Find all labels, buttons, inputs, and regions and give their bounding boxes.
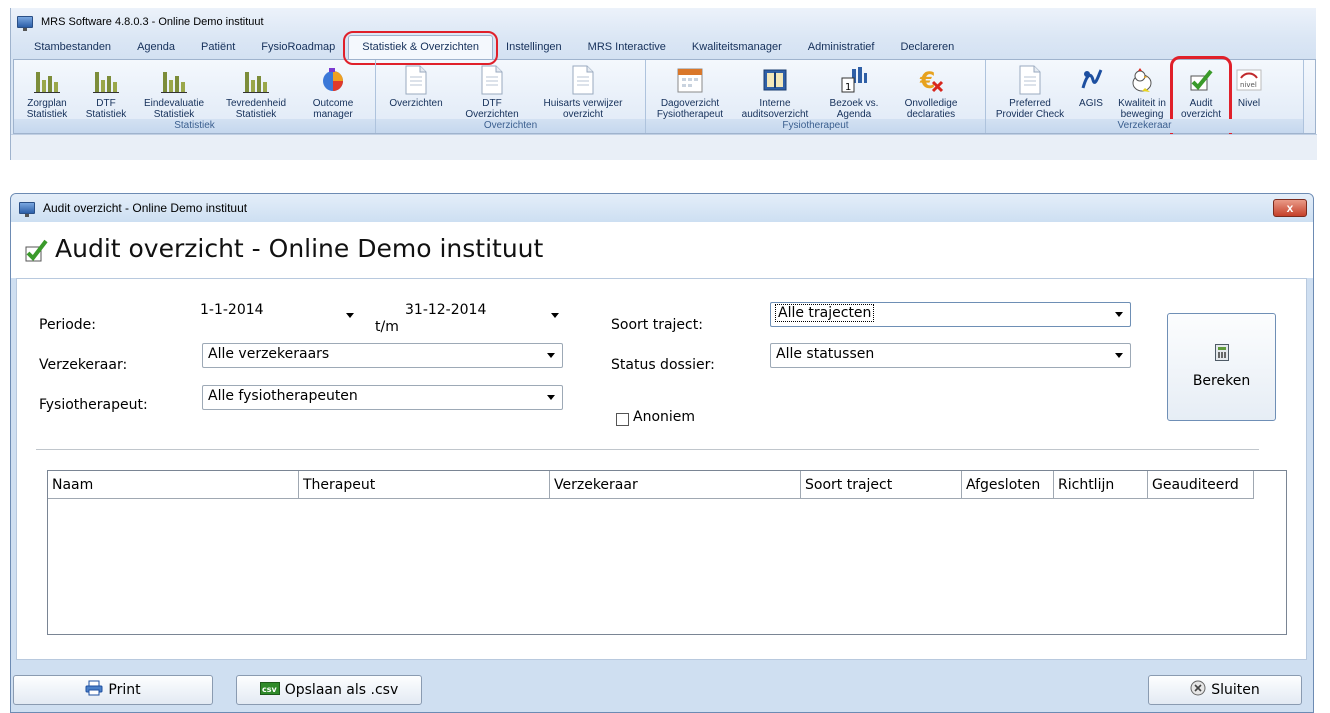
soort-traject-label: Soort traject: — [611, 317, 703, 333]
chevron-down-icon[interactable] — [1115, 353, 1123, 358]
column-header-geauditeerd[interactable]: Geauditeerd — [1148, 471, 1254, 499]
column-header-naam[interactable]: Naam — [48, 471, 299, 499]
agenda-chart-icon: 1 — [838, 64, 870, 96]
tab-declareren[interactable]: Declareren — [887, 40, 967, 59]
bar-chart-icon — [240, 64, 272, 96]
anoniem-label: Anoniem — [633, 409, 696, 425]
group-label-verzekeraar: Verzekeraar — [986, 119, 1303, 133]
ribbon-panel: Zorgplan Statistiek DTF Statistiek Einde… — [13, 56, 1316, 153]
svg-text:nivel: nivel — [1240, 81, 1257, 89]
periode-label: Periode: — [39, 317, 96, 333]
ribbon-tabs: Stambestanden Agenda Patiënt FysioRoadma… — [11, 31, 1316, 65]
tab-patient[interactable]: Patiënt — [188, 40, 248, 59]
date-from-picker[interactable]: 1-1-2014 — [200, 302, 360, 327]
tab-instellingen[interactable]: Instellingen — [493, 40, 575, 59]
tab-agenda[interactable]: Agenda — [124, 40, 188, 59]
tab-stambestanden[interactable]: Stambestanden — [21, 40, 124, 59]
group-label-overzichten: Overzichten — [376, 119, 645, 133]
divider — [36, 449, 1259, 450]
date-to-value: 31-12-2014 — [405, 302, 487, 318]
csv-badge-text: csv — [262, 685, 278, 694]
bar-chart-icon — [158, 64, 190, 96]
printer-icon — [85, 680, 103, 700]
chevron-down-icon[interactable] — [1115, 312, 1123, 317]
tab-mrs-interactive[interactable]: MRS Interactive — [575, 40, 679, 59]
soort-traject-select[interactable]: Alle trajecten — [770, 302, 1131, 327]
dialog-window-title: Audit overzicht - Online Demo instituut — [43, 201, 248, 215]
book-icon — [759, 64, 791, 96]
monitor-icon — [19, 202, 35, 217]
status-dossier-select[interactable]: Alle statussen — [770, 343, 1131, 368]
group-label-fysiotherapeut: Fysiotherapeut — [646, 119, 985, 133]
filter-panel: Periode: 1-1-2014 t/m 31-12-2014 Verzeke… — [16, 278, 1307, 660]
ribbon-group-overzichten: Overzichten DTF Overzichten Huisarts ver… — [376, 60, 646, 133]
verzekeraar-value: Alle verzekeraars — [208, 346, 330, 362]
status-dossier-value: Alle statussen — [776, 346, 875, 362]
document-icon — [567, 64, 599, 96]
monitor-icon — [17, 16, 33, 31]
close-window-button[interactable]: x — [1273, 199, 1307, 217]
main-application-window: MRS Software 4.8.0.3 - Online Demo insti… — [10, 8, 1317, 160]
bar-chart-icon — [31, 64, 63, 96]
document-icon — [1014, 64, 1046, 96]
bereken-label: Bereken — [1192, 373, 1251, 389]
calendar-icon — [674, 64, 706, 96]
svg-text:1: 1 — [845, 82, 851, 93]
app-titlebar: MRS Software 4.8.0.3 - Online Demo insti… — [11, 8, 1316, 36]
close-circle-icon — [1190, 680, 1206, 700]
chevron-down-icon[interactable] — [547, 395, 555, 400]
nivel-icon: nivel — [1233, 64, 1265, 96]
fysiotherapeut-label: Fysiotherapeut: — [39, 397, 148, 413]
column-header-soort-traject[interactable]: Soort traject — [801, 471, 962, 499]
page-title: Audit overzicht - Online Demo instituut — [55, 234, 544, 263]
grid-header: Naam Therapeut Verzekeraar Soort traject… — [48, 471, 1254, 499]
csv-icon: csv — [259, 680, 280, 700]
save-csv-button[interactable]: csv Opslaan als .csv — [236, 675, 422, 705]
app-workspace-strip — [11, 134, 1317, 160]
ribbon-group-statistiek: Zorgplan Statistiek DTF Statistiek Einde… — [14, 60, 376, 133]
euro-cross-icon: € — [915, 64, 947, 96]
tab-administratief[interactable]: Administratief — [795, 40, 888, 59]
checkmark-icon — [23, 238, 49, 264]
ribbon-group-fysiotherapeut: Dagoverzicht Fysiotherapeut Interne audi… — [646, 60, 986, 133]
verzekeraar-label: Verzekeraar: — [39, 357, 128, 373]
calculator-icon — [1214, 344, 1229, 361]
agis-icon — [1075, 64, 1107, 96]
verzekeraar-select[interactable]: Alle verzekeraars — [202, 343, 563, 368]
dialog-titlebar: Audit overzicht - Online Demo instituut — [11, 194, 1313, 222]
tab-statistiek-overzichten[interactable]: Statistiek & Overzichten — [343, 31, 498, 65]
print-button[interactable]: Print — [13, 675, 213, 705]
column-header-richtlijn[interactable]: Richtlijn — [1054, 471, 1148, 499]
outcome-icon — [317, 64, 349, 96]
bereken-button[interactable]: Bereken — [1167, 313, 1276, 421]
document-icon — [476, 64, 508, 96]
group-label-statistiek: Statistiek — [14, 119, 375, 133]
column-header-afgesloten[interactable]: Afgesloten — [962, 471, 1054, 499]
soort-traject-value: Alle trajecten — [774, 304, 875, 322]
fysiotherapeut-value: Alle fysiotherapeuten — [208, 388, 358, 404]
tm-label: t/m — [375, 319, 399, 335]
column-header-therapeut[interactable]: Therapeut — [299, 471, 550, 499]
results-grid[interactable]: Naam Therapeut Verzekeraar Soort traject… — [47, 470, 1287, 635]
fysiotherapeut-select[interactable]: Alle fysiotherapeuten — [202, 385, 563, 410]
document-icon — [400, 64, 432, 96]
chevron-down-icon[interactable] — [346, 313, 354, 318]
anoniem-checkbox[interactable] — [616, 413, 629, 426]
date-to-picker[interactable]: 31-12-2014 — [405, 302, 565, 327]
chevron-down-icon[interactable] — [551, 313, 559, 318]
ribbon-group-verzekeraar: Preferred Provider Check AGIS Kwaliteit … — [986, 56, 1304, 153]
bar-chart-icon — [90, 64, 122, 96]
app-title: MRS Software 4.8.0.3 - Online Demo insti… — [41, 16, 264, 28]
tab-fysioroadmap[interactable]: FysioRoadmap — [248, 40, 348, 59]
chevron-down-icon[interactable] — [547, 353, 555, 358]
column-header-verzekeraar[interactable]: Verzekeraar — [550, 471, 801, 499]
status-dossier-label: Status dossier: — [611, 357, 715, 373]
audit-overzicht-dialog: Audit overzicht - Online Demo instituut … — [10, 193, 1314, 713]
sluiten-button[interactable]: Sluiten — [1148, 675, 1302, 705]
checkmark-icon — [1185, 64, 1217, 96]
tab-kwaliteitsmanager[interactable]: Kwaliteitsmanager — [679, 40, 795, 59]
date-from-value: 1-1-2014 — [200, 302, 264, 318]
chicken-icon — [1126, 64, 1158, 96]
